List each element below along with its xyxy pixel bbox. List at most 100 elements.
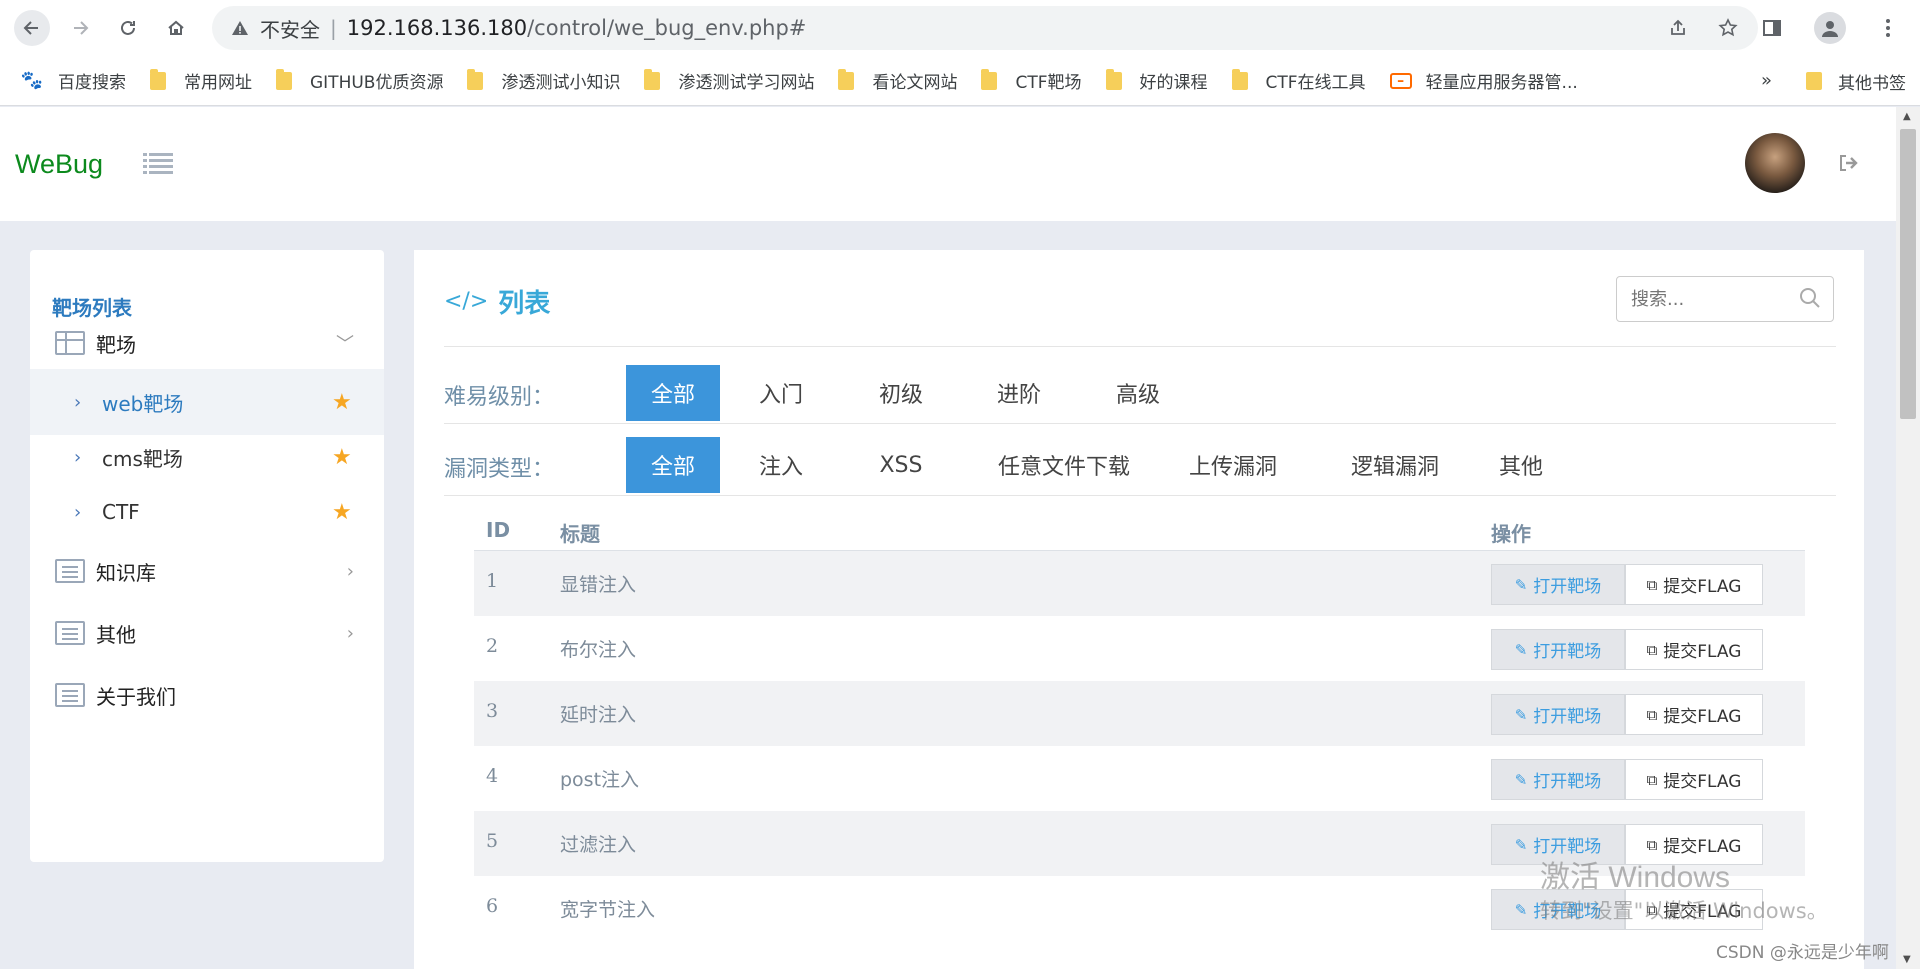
difficulty-filter: 难易级别： 全部 入门 初级 进阶 高级 [444, 365, 1836, 423]
star-icon: ★ [332, 444, 352, 470]
chevron-right-icon: › [346, 622, 354, 644]
submit-flag-button[interactable]: ⧉ 提交FLAG [1625, 564, 1763, 605]
scroll-down-icon[interactable]: ▼ [1903, 954, 1911, 965]
back-button[interactable] [14, 10, 50, 46]
bookmark-item[interactable]: GITHUB优质资源 [276, 68, 443, 93]
sidebar: 靶场列表 靶场 ﹀ › web靶场 ★ › cms靶场 ★ › CTF ★ 知识… [30, 250, 384, 862]
copy-icon: ⧉ [1646, 640, 1658, 659]
submit-flag-button[interactable]: ⧉ 提交FLAG [1625, 694, 1763, 735]
difficulty-option[interactable]: 入门 [734, 365, 828, 421]
open-range-button[interactable]: ✎ 打开靶场 [1491, 759, 1625, 800]
difficulty-option[interactable]: 初级 [854, 365, 948, 421]
page-scrollbar[interactable]: ▲ ▼ [1896, 107, 1920, 969]
bookmark-star-icon[interactable] [1714, 14, 1742, 42]
vuln_type-option[interactable]: 上传漏洞 [1166, 437, 1300, 493]
logout-icon[interactable] [1838, 153, 1860, 178]
address-bar[interactable]: 不安全 | 192.168.136.180/control/we_bug_env… [212, 6, 1758, 50]
search-icon[interactable] [1799, 287, 1821, 309]
copy-icon: ⧉ [1646, 575, 1658, 594]
sidebar-item-range[interactable]: 靶场 ﹀ [30, 310, 384, 376]
row-title: 过滤注入 [560, 834, 637, 856]
bookmark-item[interactable]: 好的课程 [1105, 68, 1208, 93]
bookmarks-list: 🐾 百度搜索 常用网址 GITHUB优质资源 渗透测试小知识 渗透测试学习网站 看论文网站 C… [21, 68, 1602, 93]
chevron-right-icon: › [74, 501, 82, 523]
bookmark-label: 看论文网站 [872, 73, 958, 93]
forward-button[interactable] [62, 10, 98, 46]
menu-kebab-icon[interactable] [1870, 8, 1906, 48]
vuln_type-option[interactable]: XSS [854, 437, 948, 493]
edit-icon: ✎ [1514, 705, 1528, 724]
bookmark-item[interactable]: CTF靶场 [981, 68, 1082, 93]
bookmark-item[interactable]: – 轻量应用服务器管... [1389, 68, 1578, 93]
difficulty-option[interactable]: 高级 [1091, 365, 1185, 421]
column-header-action: 操作 [1491, 522, 1531, 546]
row-title: post注入 [560, 769, 640, 791]
bookmark-item[interactable]: 看论文网站 [838, 68, 957, 93]
bookmark-item[interactable]: 常用网址 [150, 68, 252, 93]
row-id: 2 [486, 635, 499, 657]
url-host: 192.168.136.180 [346, 16, 528, 40]
vuln_type-option[interactable]: 全部 [626, 437, 720, 493]
bookmark-item[interactable]: 渗透测试学习网站 [644, 68, 814, 93]
other-bookmarks[interactable]: 其他书签 [1806, 56, 1906, 106]
avatar[interactable] [1745, 133, 1805, 193]
arrow-right-icon [74, 21, 89, 35]
sidebar-subitem-ctf[interactable]: › CTF ★ [30, 479, 384, 545]
bookmark-item[interactable]: 渗透测试小知识 [467, 68, 620, 93]
open-range-button[interactable]: ✎ 打开靶场 [1491, 629, 1625, 670]
folder-icon [276, 68, 292, 90]
bookmark-item[interactable]: 🐾 百度搜索 [21, 68, 126, 93]
bookmark-label: 轻量应用服务器管... [1425, 73, 1578, 93]
divider [444, 346, 1836, 347]
open-range-button[interactable]: ✎ 打开靶场 [1491, 694, 1625, 735]
folder-icon [981, 68, 998, 90]
document-icon [55, 621, 85, 645]
reload-button[interactable] [110, 10, 146, 46]
share-icon[interactable] [1664, 14, 1692, 42]
vuln_type-option[interactable]: 其他 [1479, 437, 1563, 493]
search-box[interactable] [1616, 276, 1834, 322]
sidebar-item-other[interactable]: 其他 › [30, 600, 384, 666]
row-id: 4 [486, 765, 499, 787]
vuln_type-option[interactable]: 任意文件下载 [972, 437, 1156, 493]
home-button[interactable] [158, 10, 194, 46]
scroll-up-icon[interactable]: ▲ [1903, 111, 1911, 122]
vuln_type-option[interactable]: 注入 [734, 437, 828, 493]
folder-icon [1806, 72, 1822, 90]
home-icon [168, 20, 184, 35]
vuln_type-option[interactable]: 逻辑漏洞 [1322, 437, 1468, 493]
side-panel-icon[interactable] [1754, 8, 1790, 48]
submit-flag-button[interactable]: ⧉ 提交FLAG [1625, 759, 1763, 800]
menu-toggle-icon[interactable] [143, 151, 173, 175]
scrollbar-thumb[interactable] [1900, 129, 1916, 419]
sidebar-item-label: 靶场 [96, 332, 136, 357]
browser-toolbar: 不安全 | 192.168.136.180/control/we_bug_env… [0, 0, 1920, 56]
star-icon: ★ [332, 499, 352, 525]
difficulty-label: 难易级别： [444, 385, 555, 410]
bookmark-item[interactable]: CTF在线工具 [1231, 68, 1366, 93]
table-row: 3 延时注入 ✎ 打开靶场 ⧉ 提交FLAG [474, 681, 1805, 746]
sidebar-item-about[interactable]: 关于我们 [30, 662, 384, 728]
difficulty-option[interactable]: 全部 [626, 365, 720, 421]
bookmarks-overflow-button[interactable]: » [1761, 70, 1772, 91]
row-title: 显错注入 [560, 574, 637, 596]
table-row: 1 显错注入 ✎ 打开靶场 ⧉ 提交FLAG [474, 551, 1805, 616]
folder-icon [838, 68, 855, 90]
open-range-label: 打开靶场 [1533, 577, 1602, 597]
search-input[interactable] [1631, 288, 1791, 310]
copy-icon: ⧉ [1646, 705, 1658, 724]
folder-icon [1105, 68, 1122, 90]
profile-icon [1814, 12, 1846, 44]
bookmark-label: 渗透测试小知识 [501, 73, 621, 93]
bookmark-label: 百度搜索 [58, 73, 126, 93]
aliyun-icon: – [1389, 72, 1412, 89]
app-logo[interactable]: WeBug [15, 149, 103, 180]
edit-icon: ✎ [1514, 900, 1528, 919]
page-title: </> 列表 [444, 283, 550, 320]
sidebar-item-knowledge[interactable]: 知识库 › [30, 538, 384, 604]
profile-button[interactable] [1812, 8, 1848, 48]
submit-flag-button[interactable]: ⧉ 提交FLAG [1625, 629, 1763, 670]
open-range-label: 打开靶场 [1533, 772, 1602, 792]
open-range-button[interactable]: ✎ 打开靶场 [1491, 564, 1625, 605]
difficulty-option[interactable]: 进阶 [972, 365, 1066, 421]
